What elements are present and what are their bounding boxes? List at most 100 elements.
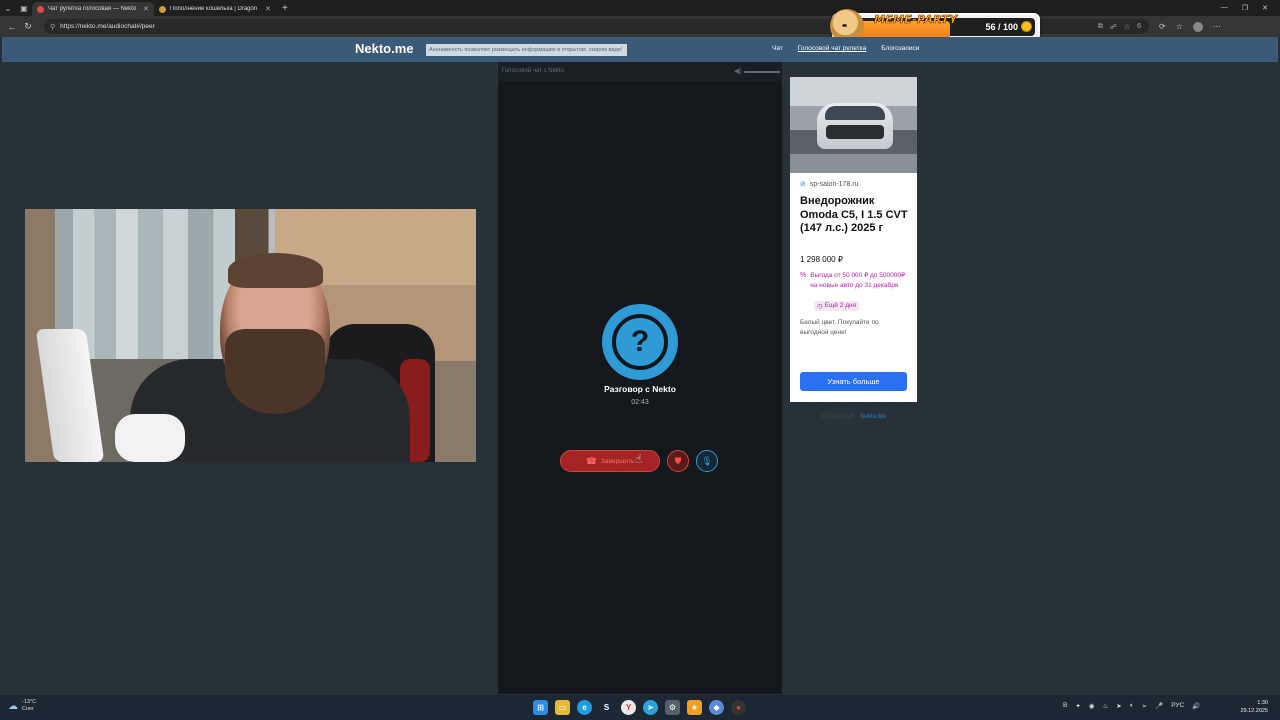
more-menu-icon[interactable]: ⋯ <box>1213 22 1221 32</box>
tab-nekto[interactable]: Чат рулетка голосовая — Nekto ✕ <box>32 2 154 16</box>
site-info-icon[interactable]: ⚲ <box>50 23 55 31</box>
close-tab-icon[interactable]: ✕ <box>265 5 271 13</box>
meme-party-title: MEME-PARTY <box>874 13 958 27</box>
ad-days-text: Ещё 2 дня <box>824 302 857 309</box>
media-app-icon[interactable]: ◆ <box>709 700 724 715</box>
site-logo[interactable]: Nekto.me <box>355 41 414 56</box>
windows-taskbar: ☁ -13°C Снег ⊞ ▭ e S Y ➤ ⚙ ★ ◆ ● B ✦ ◉ ♨… <box>0 695 1280 720</box>
voice-chat-header-label: Голосовой чат с Nekto <box>502 68 564 74</box>
car-grille <box>826 125 884 139</box>
webcam-hair <box>228 253 323 288</box>
profile-avatar[interactable] <box>1192 21 1203 32</box>
extension-count[interactable]: 6 <box>1137 23 1141 31</box>
app-icon[interactable]: ★ <box>687 700 702 715</box>
steam-icon[interactable]: S <box>599 700 614 715</box>
conversation-title: Разговор с Nekto <box>604 384 676 394</box>
tray-steam-icon[interactable]: ♨ <box>1102 702 1108 710</box>
nav-chat[interactable]: Чат <box>772 45 783 52</box>
hang-up-icon: ☎ <box>585 455 597 466</box>
pin-icon[interactable]: ☍ <box>1110 23 1117 31</box>
system-tray: B ✦ ◉ ♨ ➤ ◐ ➢ 🎤 РУС 🔊 <box>1063 702 1200 710</box>
cloud-icon: ☁ <box>8 700 18 712</box>
microphone-icon: 🎙 <box>701 455 713 466</box>
temperature: -13°C <box>22 699 37 705</box>
telegram-icon[interactable]: ➤ <box>643 700 658 715</box>
extensions-icon[interactable]: ⟳ <box>1159 22 1166 32</box>
ad-days-badge: ◷ Ещё 2 дня <box>814 301 860 311</box>
car-windshield <box>825 106 885 120</box>
tab-dragon[interactable]: Пополнение кошелька | Dragon ✕ <box>154 2 276 16</box>
ad-title[interactable]: Внедорожник Omoda C5, I 1.5 CVT (147 л.с… <box>800 195 912 236</box>
site-header: Nekto.me Анонимность позволяет размещать… <box>2 37 1278 62</box>
restore-icon[interactable]: ❐ <box>1242 4 1248 12</box>
end-call-button[interactable]: ☎ Завершить <box>560 450 660 472</box>
new-tab-plus-icon[interactable]: + <box>276 3 294 14</box>
file-explorer-icon[interactable]: ▭ <box>555 700 570 715</box>
domain-icon: ⊘ <box>800 181 806 188</box>
weather-condition: Снег <box>22 706 35 712</box>
ad-cta-button[interactable]: Узнать больше <box>800 372 907 391</box>
tab-title: Пополнение кошелька | Dragon <box>170 6 258 12</box>
nav-blog[interactable]: Блогозаписи <box>881 45 919 52</box>
end-call-label: Завершить <box>600 457 635 465</box>
browser-tab-bar: ⌄ ▣ Чат рулетка голосовая — Nekto ✕ Попо… <box>0 0 1280 16</box>
report-button[interactable]: ⛊ <box>667 450 689 472</box>
windows-start-icon[interactable]: ⊞ <box>533 700 548 715</box>
hand-cursor-icon: ☝ <box>635 452 643 466</box>
tray-mic-icon[interactable]: 🎤 <box>1155 702 1163 710</box>
footer-link[interactable]: Nekto.Me <box>860 414 886 420</box>
ad-domain-row[interactable]: ⊘ sp-salon-178.ru <box>800 180 859 189</box>
tray-app-icon[interactable]: ✦ <box>1075 702 1080 710</box>
ad-promo: % Выгода от 50 000 ₽ до 500000₽ на новые… <box>800 271 912 291</box>
language-indicator[interactable]: РУС <box>1171 702 1184 710</box>
microphone-button[interactable]: 🎙 <box>696 450 718 472</box>
nav-voice-chat[interactable]: Голосовой чат рулетка <box>798 45 866 52</box>
settings-gear-icon[interactable]: ⚙ <box>665 700 680 715</box>
close-window-icon[interactable]: ✕ <box>1262 4 1268 12</box>
favorites-icon[interactable]: ☆ <box>1176 22 1183 32</box>
back-arrow-icon[interactable]: ← <box>4 19 20 35</box>
ad-domain: sp-salon-178.ru <box>809 180 859 188</box>
conversation-timer: 02:43 <box>631 399 649 406</box>
nekto-favicon-icon <box>37 5 44 13</box>
minimize-icon[interactable]: — <box>1221 4 1228 12</box>
ad-description: Белый цвет. Покупайте по выгодной цене! <box>800 319 879 336</box>
bookmark-star-icon[interactable]: ☆ <box>1124 23 1130 31</box>
volume-slider[interactable] <box>744 71 780 73</box>
webcam-beard <box>225 329 325 414</box>
webcam-arm <box>115 414 185 462</box>
volume-icon[interactable]: ◀) <box>734 67 742 75</box>
tab-list-chevron-icon[interactable]: ⌄ <box>0 0 16 16</box>
speaker-icon[interactable]: 🔊 <box>1192 702 1200 710</box>
page-action-icon[interactable]: ⧉ <box>1098 23 1103 31</box>
voice-chat-header: Голосовой чат с Nekto ◀) <box>498 62 782 81</box>
ad-car-image[interactable] <box>790 77 917 173</box>
recording-app-icon[interactable]: ● <box>731 700 746 715</box>
percent-icon: % <box>800 272 807 279</box>
close-tab-icon[interactable]: ✕ <box>143 5 149 13</box>
edge-browser-icon[interactable]: e <box>577 700 592 715</box>
window-controls: — ❐ ✕ <box>1221 4 1280 12</box>
tray-b-icon[interactable]: B <box>1063 702 1067 710</box>
coin-icon <box>1021 21 1032 32</box>
dragon-favicon-icon <box>159 5 166 13</box>
tab-title: Чат рулетка голосовая — Nekto <box>48 6 137 12</box>
tray-record-icon[interactable]: ◉ <box>1089 702 1095 710</box>
tray-telegram-icon[interactable]: ➤ <box>1116 702 1121 710</box>
clock-date: 29.12.2025 <box>1240 708 1268 714</box>
sidebar-icon[interactable]: ▣ <box>16 0 32 16</box>
reload-icon[interactable]: ↻ <box>20 19 36 35</box>
meme-party-count: 56 / 100 <box>985 22 1018 32</box>
weather-widget[interactable]: ☁ -13°C Снег <box>8 699 36 713</box>
ad-footer: © 2011-2025 Nekto.Me <box>820 414 886 420</box>
yandex-browser-icon[interactable]: Y <box>621 700 636 715</box>
clock-time: 1:30 <box>1257 700 1268 706</box>
shield-icon: ⛊ <box>674 455 682 466</box>
tray-network-icon[interactable]: ◐ <box>1130 702 1134 710</box>
advertisement-card[interactable]: ⊘ sp-salon-178.ru Внедорожник Omoda C5, … <box>790 77 917 402</box>
url-text: https://nekto.me/audiochat#/peer <box>60 23 155 30</box>
tray-telegram2-icon[interactable]: ➢ <box>1142 702 1147 710</box>
taskbar-apps: ⊞ ▭ e S Y ➤ ⚙ ★ ◆ ● <box>533 700 746 715</box>
taskbar-clock[interactable]: 1:30 29.12.2025 <box>1240 699 1268 715</box>
site-nav: Чат Голосовой чат рулетка Блогозаписи <box>772 45 919 52</box>
